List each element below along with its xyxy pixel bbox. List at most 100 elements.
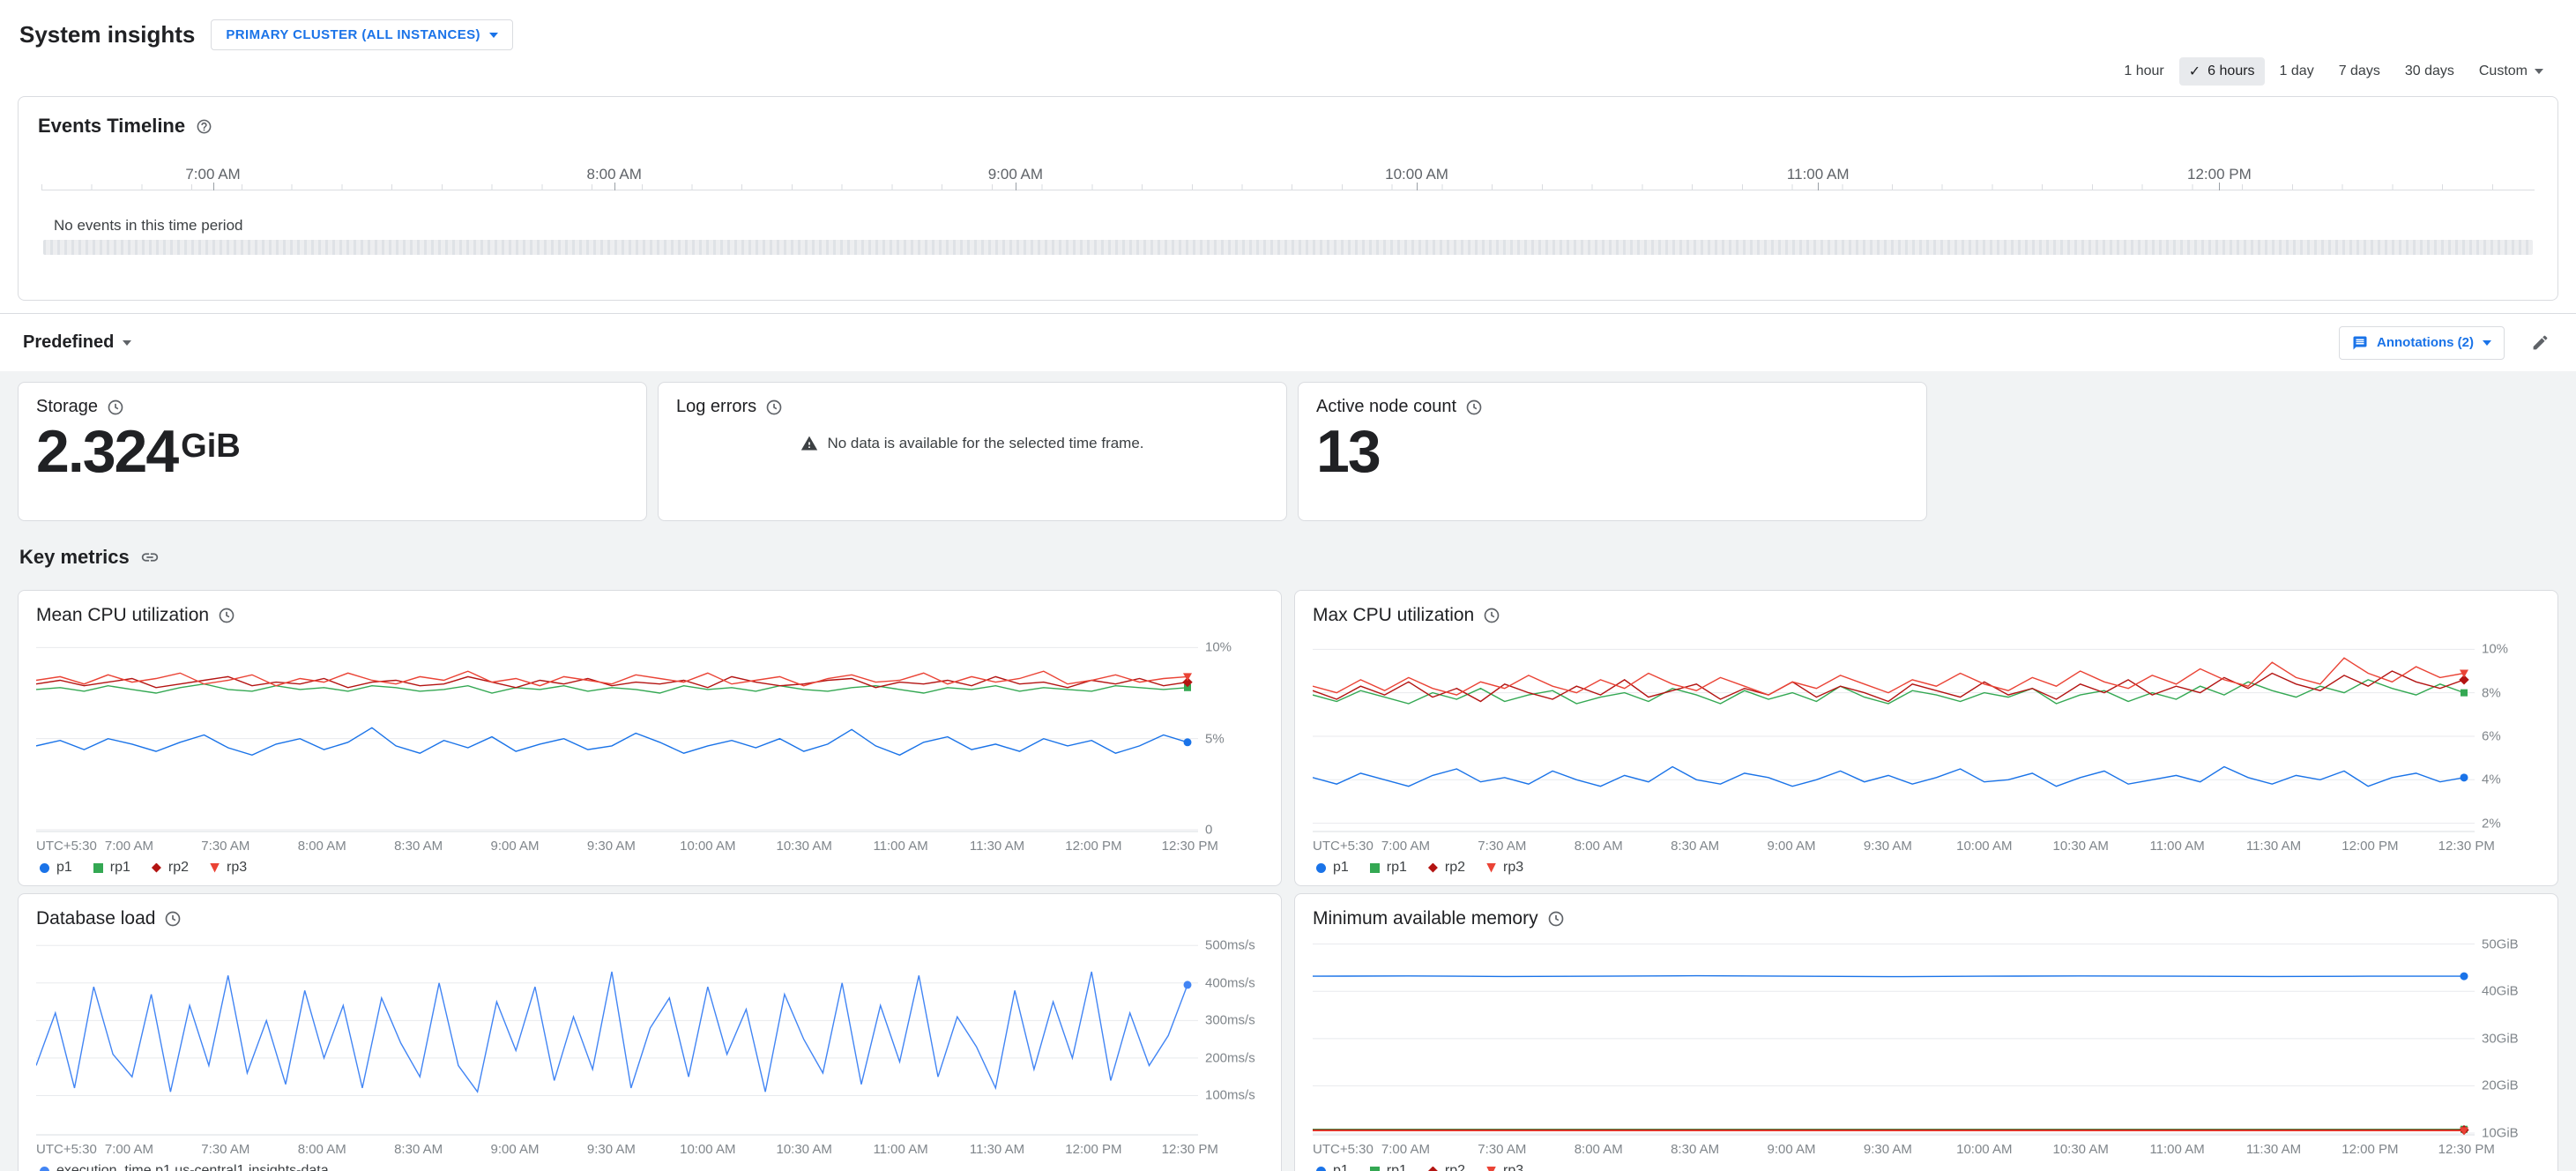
page-header: System insights PRIMARY CLUSTER (ALL INS… — [0, 0, 2576, 50]
charts-grid: Mean CPU utilization UTC+5:30 7:00 AM 7:30… — [18, 590, 2558, 1171]
legend-item[interactable]: rp2 — [151, 860, 190, 876]
x-tick-label: 10:00 AM — [1956, 1142, 2013, 1157]
card-title: Log errors — [676, 397, 757, 416]
x-tick-label: 8:00 AM — [297, 1142, 346, 1157]
timeline-tick — [1417, 183, 1418, 190]
x-tick-label: 12:00 PM — [1065, 839, 1122, 854]
legend-item[interactable]: rp3 — [1486, 860, 1523, 876]
legend-item[interactable]: rp1 — [1369, 860, 1407, 876]
legend-marker-icon — [1486, 862, 1497, 873]
chart-plot-area[interactable] — [1313, 635, 2475, 833]
legend-item[interactable]: rp3 — [210, 860, 247, 876]
timeline-tick — [614, 183, 615, 190]
legend-label: rp3 — [1503, 860, 1524, 875]
chevron-down-icon — [488, 32, 498, 38]
legend-label: rp2 — [168, 860, 190, 875]
timeline-empty-message: No events in this time period — [54, 217, 243, 234]
legend-marker-icon — [1427, 1166, 1438, 1171]
clock-icon — [1483, 607, 1500, 624]
legend-marker-icon — [1316, 1166, 1326, 1171]
chart-title: Minimum available memory — [1313, 908, 1538, 929]
predefined-dropdown[interactable]: Predefined — [23, 332, 132, 353]
legend-item[interactable]: rp2 — [1427, 1163, 1466, 1171]
clock-icon — [218, 607, 235, 624]
chart-card-mean-cpu-utilization: Mean CPU utilization UTC+5:30 7:00 AM 7:30… — [18, 590, 1282, 886]
legend-marker-icon — [1316, 862, 1326, 873]
help-icon[interactable] — [196, 118, 212, 135]
summary-card-storage: Storage 2.324 GiB — [18, 382, 647, 521]
x-tick-label: 9:00 AM — [1767, 839, 1816, 854]
no-data-message: No data is available for the selected ti… — [827, 435, 1144, 451]
x-tick-label: 8:30 AM — [394, 1142, 443, 1157]
legend-label: rp2 — [1444, 860, 1466, 875]
x-tick-label: 7:00 AM — [104, 839, 153, 854]
chart-x-axis-labels: UTC+5:30 7:00 AM 7:30 AM 8:00 AM 8:30 AM 9:00… — [1313, 835, 2495, 856]
legend-item[interactable]: rp2 — [1427, 860, 1466, 876]
x-tick-label: 11:00 AM — [873, 839, 928, 854]
legend-item[interactable]: rp3 — [1486, 1163, 1523, 1171]
legend-item[interactable]: execution_time p1 us-central1 insights-d… — [40, 1163, 329, 1171]
x-tick-label: 10:30 AM — [2052, 839, 2109, 854]
clock-icon — [1465, 399, 1483, 416]
y-tick-label: 100ms/s — [1205, 1087, 1255, 1103]
x-tick-label: 7:30 AM — [201, 1142, 250, 1157]
time-range-1-hour[interactable]: 1 hour — [2114, 58, 2173, 85]
time-range-custom[interactable]: Custom — [2469, 58, 2553, 85]
chart-plot-area[interactable] — [36, 938, 1198, 1137]
summary-card-log-errors: Log errors No data is available for the … — [658, 382, 1287, 521]
x-tick-label: 11:30 AM — [2245, 839, 2302, 854]
card-title: Active node count — [1316, 397, 1456, 416]
chart-y-axis-labels: 500ms/s 400ms/s 300ms/s 200ms/s 100ms/s — [1198, 938, 1263, 1160]
x-tick-label: 8:30 AM — [394, 839, 443, 854]
time-range-7-days[interactable]: 7 days — [2329, 58, 2390, 85]
page-title: System insights — [19, 21, 196, 48]
time-range-1-day[interactable]: 1 day — [2270, 58, 2324, 85]
y-tick-label: 30GiB — [2482, 1031, 2519, 1047]
legend-label: rp1 — [1386, 1163, 1407, 1171]
legend-item[interactable]: rp1 — [93, 860, 130, 876]
time-range-6-hours[interactable]: ✓ 6 hours — [2178, 57, 2265, 86]
legend-item[interactable]: p1 — [1316, 1163, 1349, 1171]
x-tick-label: 12:00 PM — [2341, 1142, 2399, 1157]
legend-label: rp2 — [1444, 1163, 1466, 1171]
x-tick-label: 10:00 AM — [1956, 839, 2013, 854]
annotations-label: Annotations (2) — [2377, 335, 2474, 350]
legend-label: rp1 — [109, 860, 130, 875]
x-tick-label: 7:00 AM — [1381, 1142, 1430, 1157]
warning-icon — [800, 435, 818, 452]
chart-card-minimum-available-memory: Minimum available memory UTC+5:30 7:00 AM… — [1294, 893, 2558, 1171]
y-tick-label: 500ms/s — [1205, 937, 1255, 953]
predefined-label: Predefined — [23, 332, 115, 352]
legend-marker-icon — [40, 1166, 49, 1171]
key-metrics-title: Key metrics — [19, 546, 130, 568]
time-range-30-days[interactable]: 30 days — [2395, 58, 2464, 85]
legend-marker-icon — [1486, 1166, 1497, 1171]
edit-dashboard-button[interactable] — [2528, 330, 2553, 355]
x-tick-label: 7:30 AM — [1478, 839, 1527, 854]
x-tick-label: 9:30 AM — [1863, 839, 1912, 854]
link-icon[interactable] — [140, 548, 160, 567]
summary-card-active-node-count: Active node count 13 — [1298, 382, 1927, 521]
annotations-button[interactable]: Annotations (2) — [2339, 325, 2505, 360]
time-range-custom-label: Custom — [2478, 63, 2528, 78]
legend-item[interactable]: p1 — [1316, 860, 1349, 876]
legend-marker-icon — [210, 862, 220, 873]
legend-marker-icon — [93, 862, 103, 873]
legend-item[interactable]: rp1 — [1369, 1163, 1407, 1171]
cluster-selector-label: PRIMARY CLUSTER (ALL INSTANCES) — [226, 27, 480, 42]
timeline-hour-label: 11:00 AM — [1786, 166, 1850, 183]
x-tick-label: 12:00 PM — [1065, 1142, 1122, 1157]
legend-item[interactable]: p1 — [40, 860, 72, 876]
y-tick-label: 10GiB — [2482, 1125, 2519, 1141]
cluster-selector-button[interactable]: PRIMARY CLUSTER (ALL INSTANCES) — [211, 19, 513, 50]
chart-plot-area[interactable] — [1313, 938, 2475, 1137]
x-tick-label: 10:00 AM — [680, 839, 736, 854]
chart-y-axis-labels: 50GiB 40GiB 30GiB 20GiB 10GiB — [2475, 936, 2540, 1160]
x-tick-label: 7:30 AM — [1478, 1142, 1527, 1157]
x-tick-label: 11:30 AM — [969, 1142, 1025, 1157]
x-tick-label: 7:00 AM — [104, 1142, 153, 1157]
x-tick-label: 8:00 AM — [1574, 839, 1623, 854]
y-tick-label: 10% — [2482, 641, 2509, 657]
chart-plot-area[interactable] — [36, 635, 1198, 833]
annotation-icon — [2352, 335, 2368, 351]
